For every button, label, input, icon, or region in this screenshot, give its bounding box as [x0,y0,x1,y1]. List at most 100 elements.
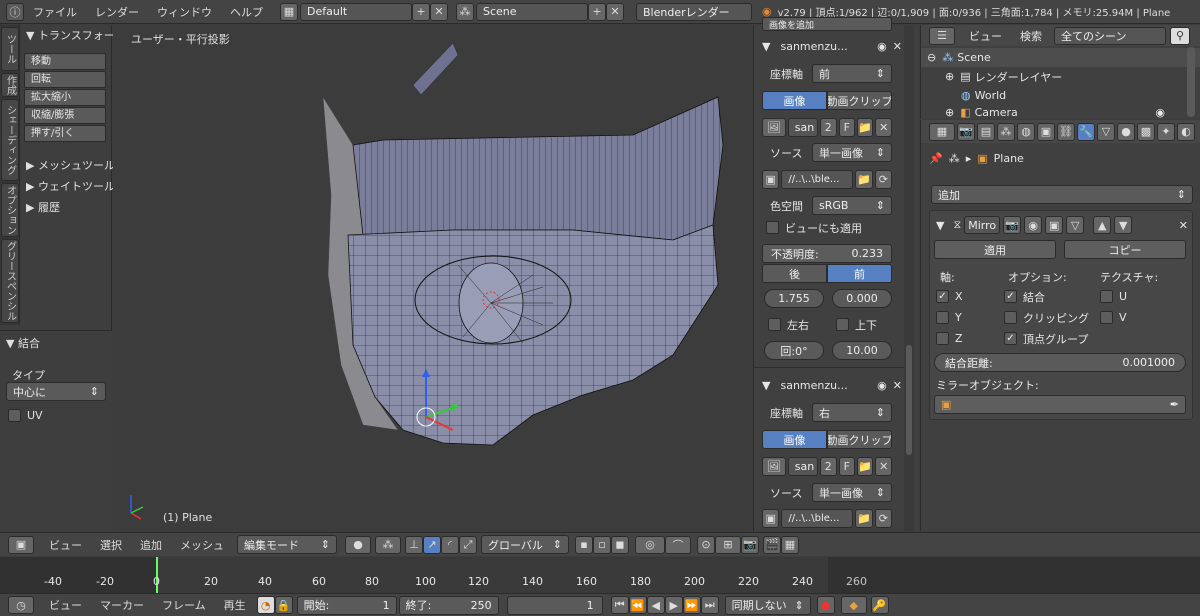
eyedropper-icon[interactable]: ✒ [1170,398,1179,411]
layout-field[interactable]: Default [300,2,412,21]
expand-icon[interactable]: ⊕ [945,70,954,83]
flip-y-option[interactable]: 上下 [836,315,877,334]
axis-z-option[interactable]: Z [936,329,963,348]
translate-button[interactable]: 移動 [24,53,106,70]
flip-x-option[interactable]: 左右 [768,315,809,334]
merge-distance-field[interactable]: 結合距離: 0.001000 [934,353,1186,372]
mesh-tools-header[interactable]: ▶ メッシュツール [26,157,115,173]
mode-select[interactable]: 編集モード ⇕ [237,535,337,554]
file-browse-icon[interactable]: 📁 [855,170,873,189]
flip-x-checkbox[interactable] [768,318,781,331]
jump-start-icon[interactable]: ⏮ [610,596,629,614]
copy-button[interactable]: コピー [1064,240,1186,259]
shading-icon[interactable]: ● [345,535,371,554]
outliner-row-scene[interactable]: ⊖ ⁂ Scene [921,48,1200,67]
vertex-group-option[interactable]: ✓ 頂点グループ [1004,329,1088,348]
merge-option[interactable]: ✓ 結合 [1004,287,1045,306]
record-icon[interactable]: ● [816,596,835,614]
tab-options[interactable]: オプション [1,183,19,237]
object-tab-icon[interactable]: ▣ [1037,122,1055,141]
flip-y-checkbox[interactable] [836,318,849,331]
render-toggle-icon[interactable]: 📷 [1003,216,1022,234]
add-menu[interactable]: 追加 [131,537,171,553]
opengl-render-icon[interactable]: 🎬 [763,535,781,554]
size-field[interactable]: 10.00 [832,341,892,360]
eye-icon[interactable]: ◉ [877,40,887,53]
package-icon[interactable]: ▣ [762,170,780,189]
axis-y-option[interactable]: Y [936,308,962,327]
image-browse-icon[interactable]: 🖼 [762,118,786,137]
history-header[interactable]: ▶ 履歴 [26,199,60,215]
scene-icon[interactable]: ⁂ [456,2,474,21]
insert-keyframe-icon[interactable]: 🔑 [870,596,889,614]
bg-image-2-header[interactable]: ▼ sanmenzu... ◉ ✕ [762,376,902,395]
expand-icon[interactable]: ⊕ [945,106,954,119]
jump-end-icon[interactable]: ⏭ [700,596,719,614]
move-down-icon[interactable]: ▼ [1114,216,1133,234]
weight-tools-header[interactable]: ▶ ウェイトツール [26,178,115,194]
colorspace-select[interactable]: sRGB ⇕ [812,196,892,215]
add-scene-icon[interactable]: + [588,2,606,21]
editor-type-icon[interactable]: ▣ [8,535,34,554]
add-image-button[interactable]: 画像を追加 [762,17,892,31]
play-reverse-icon[interactable]: ◀ [646,596,665,614]
falloff-icon[interactable]: ⌒ [665,535,691,554]
current-frame-field[interactable]: 1 [506,595,603,615]
remove-layout-icon[interactable]: ✕ [430,2,448,21]
panel-scrollbar[interactable] [904,25,914,531]
scene-field[interactable]: Scene [476,2,588,21]
merge-checkbox[interactable]: ✓ [1004,290,1017,303]
outliner-row-world[interactable]: ◍ World [921,86,1200,105]
outliner-scrollbar[interactable] [1187,47,1195,117]
file-browse-icon[interactable]: 📁 [855,509,873,528]
tab-shading[interactable]: シェーディング [1,99,19,181]
opengl-anim-icon[interactable]: ▦ [781,535,799,554]
texture-v-option[interactable]: V [1100,308,1127,327]
manipulator-icon[interactable]: ⊥ [405,535,423,554]
keying-set-icon[interactable]: ◆ [840,596,867,614]
render-icon[interactable]: 📷 [741,535,759,554]
axis-y-checkbox[interactable] [936,311,949,324]
package-icon[interactable]: ▣ [762,509,780,528]
play-icon[interactable]: ▶ [664,596,683,614]
preview-range-icon[interactable]: ◔ [256,596,275,614]
rotation-field[interactable]: 回:0° [764,341,824,360]
uv-option[interactable]: UV [8,409,43,422]
scene-tab-icon[interactable]: ⁂ [997,122,1015,141]
rotate-button[interactable]: 回転 [24,71,106,88]
tab-create[interactable]: 作成 [1,73,19,97]
view-menu[interactable]: ビュー [40,537,91,553]
axis-select-2[interactable]: 右 ⇕ [812,403,892,422]
open-folder-icon[interactable]: 📁 [857,457,874,476]
menu-window[interactable]: ウィンドウ [148,4,221,20]
vertex-group-checkbox[interactable]: ✓ [1004,332,1017,345]
tab-grease-pencil[interactable]: グリースペンシル [1,239,19,323]
outliner-view-menu[interactable]: ビュー [969,28,1002,44]
playback-menu[interactable]: 再生 [215,597,255,613]
orientation-select[interactable]: グローバル ⇕ [481,535,569,554]
texture-tab-icon[interactable]: ▩ [1137,122,1155,141]
clipping-checkbox[interactable] [1004,311,1017,324]
cage-toggle-icon[interactable]: ▽ [1066,216,1085,234]
render-engine-select[interactable]: Blenderレンダー [636,2,752,21]
face-select-icon[interactable]: ◼ [611,535,629,554]
close-icon[interactable]: ✕ [893,379,902,392]
transform-panel-header[interactable]: ▼ トランスフォーム [26,27,125,43]
texture-u-option[interactable]: U [1100,287,1127,306]
floating-plane[interactable] [412,42,459,96]
offset-y-field[interactable]: 0.000 [832,289,892,308]
marker-menu[interactable]: マーカー [91,597,153,613]
physics-tab-icon[interactable]: ◐ [1177,122,1195,141]
visibility-eye-icon[interactable]: ◉ [1155,106,1165,119]
frame-menu[interactable]: フレーム [153,597,215,613]
pivot-icon[interactable]: ⁂ [375,535,401,554]
tab-tools[interactable]: ツール [1,27,19,71]
snap-element-icon[interactable]: ⊞ [715,535,741,554]
modifier-name-field[interactable]: Mirro [964,216,1001,234]
next-keyframe-icon[interactable]: ⏩ [682,596,701,614]
collapse-icon[interactable]: ▼ [936,219,944,232]
mirror-object-field[interactable]: ▣ ✒ [934,395,1186,414]
move-up-icon[interactable]: ▲ [1093,216,1112,234]
display-mode-select[interactable]: 全てのシーン [1054,26,1166,45]
shrink-fatten-button[interactable]: 収縮/膨張 [24,107,106,124]
